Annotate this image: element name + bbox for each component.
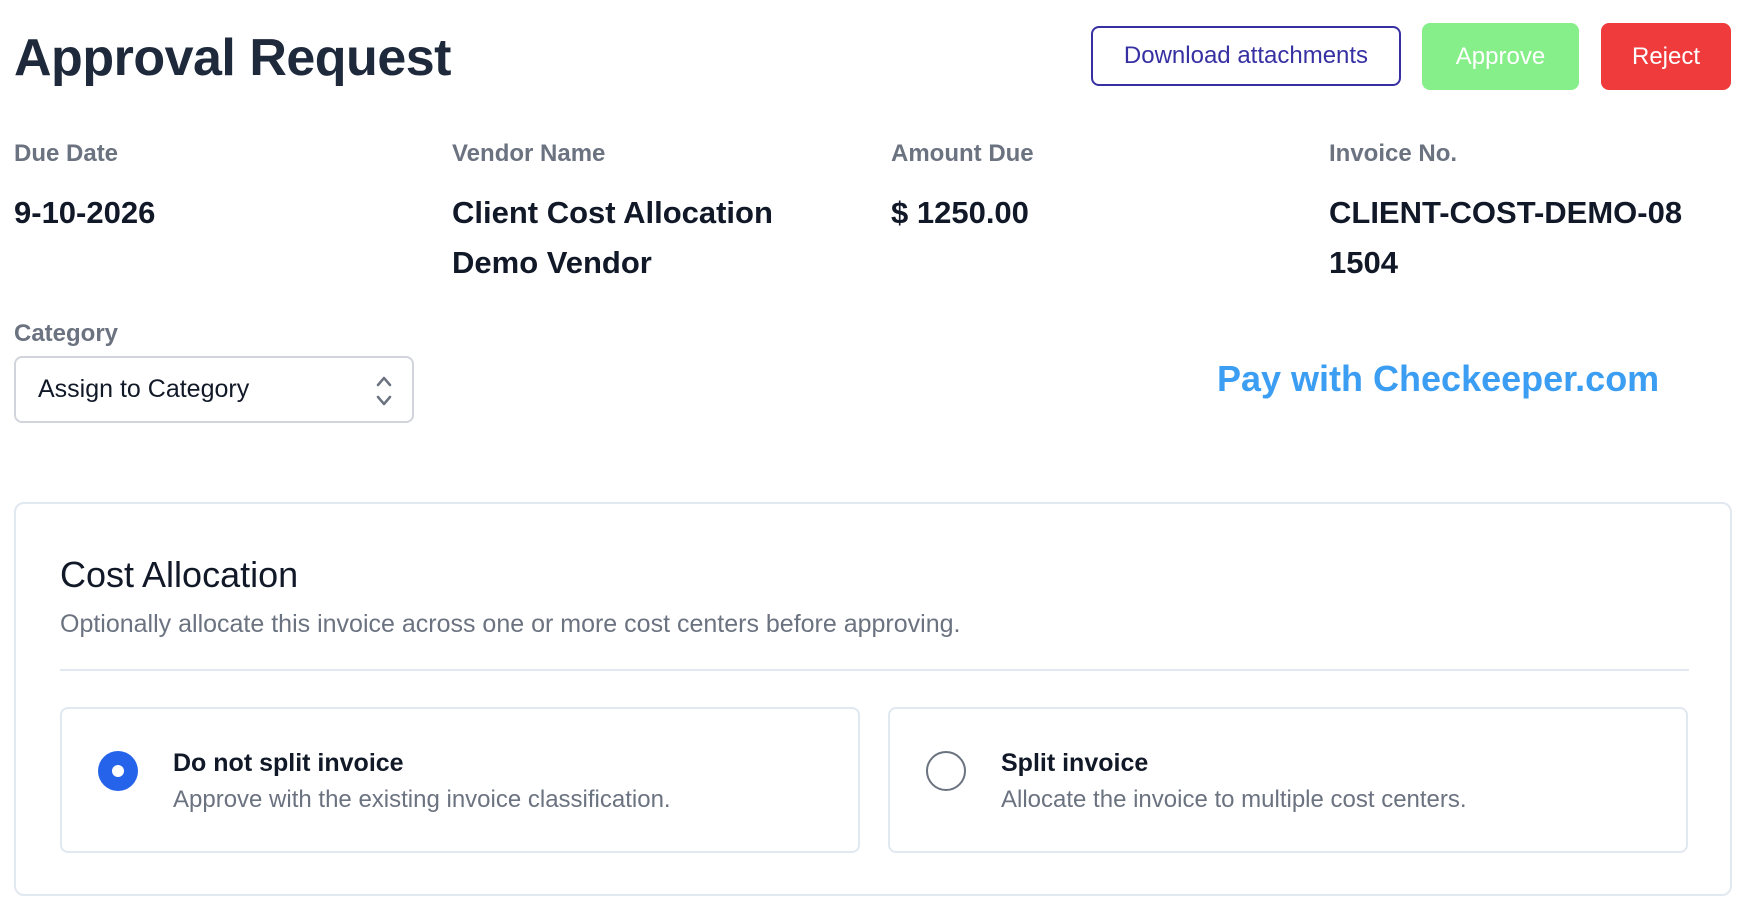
download-attachments-button[interactable]: Download attachments bbox=[1091, 26, 1401, 86]
vendor-name-label: Vendor Name bbox=[452, 140, 606, 167]
category-select[interactable]: Assign to Category bbox=[14, 356, 414, 423]
option-description: Approve with the existing invoice classi… bbox=[173, 786, 671, 813]
radio-selected-icon[interactable] bbox=[98, 751, 138, 791]
option-title: Split invoice bbox=[1001, 749, 1149, 777]
amount-due-field: Amount Due $ 1250.00 bbox=[891, 140, 1291, 238]
amount-due-value: $ 1250.00 bbox=[891, 195, 1029, 230]
radio-unselected-icon[interactable] bbox=[926, 751, 966, 791]
cost-allocation-description: Optionally allocate this invoice across … bbox=[60, 610, 961, 638]
divider bbox=[60, 669, 1689, 671]
reject-button[interactable]: Reject bbox=[1601, 23, 1731, 90]
vendor-name-value: Client Cost Allocation Demo Vendor bbox=[452, 195, 773, 280]
pay-with-checkeeper-link[interactable]: Pay with Checkeeper.com bbox=[1217, 358, 1659, 400]
amount-due-label: Amount Due bbox=[891, 140, 1034, 167]
category-select-value: Assign to Category bbox=[38, 375, 250, 403]
option-split-invoice[interactable]: Split invoice Allocate the invoice to mu… bbox=[888, 707, 1688, 853]
invoice-no-value: CLIENT-COST-DEMO-081504 bbox=[1329, 195, 1683, 280]
invoice-no-label: Invoice No. bbox=[1329, 140, 1458, 167]
invoice-no-field: Invoice No. CLIENT-COST-DEMO-081504 bbox=[1329, 140, 1689, 288]
page-title: Approval Request bbox=[14, 29, 451, 87]
option-description: Allocate the invoice to multiple cost ce… bbox=[1001, 786, 1467, 813]
cost-allocation-title: Cost Allocation bbox=[60, 554, 299, 595]
due-date-field: Due Date 9-10-2026 bbox=[14, 140, 414, 238]
option-do-not-split[interactable]: Do not split invoice Approve with the ex… bbox=[60, 707, 860, 853]
due-date-value: 9-10-2026 bbox=[14, 195, 156, 230]
cost-allocation-card: Cost Allocation Optionally allocate this… bbox=[14, 502, 1732, 896]
vendor-name-field: Vendor Name Client Cost Allocation Demo … bbox=[452, 140, 832, 288]
approve-button[interactable]: Approve bbox=[1422, 23, 1579, 90]
chevron-up-down-icon bbox=[376, 376, 392, 406]
option-title: Do not split invoice bbox=[173, 749, 404, 777]
due-date-label: Due Date bbox=[14, 140, 119, 167]
category-label: Category bbox=[14, 320, 119, 347]
